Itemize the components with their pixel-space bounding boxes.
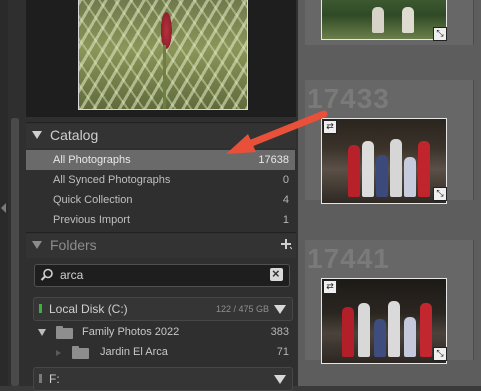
collapse-left-panel-icon[interactable] [1,203,6,213]
catalog-item-count: 4 [282,194,289,206]
catalog-item-count: 0 [282,174,289,186]
folders-disclosure-triangle-icon[interactable] [32,241,42,249]
person [402,7,414,33]
catalog-item-previous-import[interactable]: Previous Import 1 [26,210,295,230]
folder-icon [56,326,73,339]
volume-f[interactable]: F: [33,367,293,391]
person [342,307,354,357]
volume-status-indicator [39,374,42,383]
edit-badge-icon[interactable]: ⤡ [433,187,447,201]
volume-menu-arrow-icon[interactable] [274,375,286,384]
person [374,319,386,357]
folders-title[interactable]: Folders [50,237,97,253]
person [418,141,430,197]
catalog-title[interactable]: Catalog [50,127,98,143]
left-panel-scroll-thumb[interactable] [11,118,19,386]
edit-badge-icon[interactable]: ⤡ [433,27,447,41]
person [348,145,360,197]
folder-search-value: arca [60,268,84,282]
folder-disclosure-triangle-icon[interactable] [38,329,46,336]
person [388,301,400,357]
photo-thumbnail[interactable] [321,278,447,364]
catalog-item-quick-collection[interactable]: Quick Collection 4 [26,190,295,210]
cell-index: 17441 [307,243,390,274]
annotation-arrow [226,110,328,154]
catalog-item-label: Previous Import [53,214,131,226]
folder-count: 383 [270,326,289,338]
plant-stem [163,45,166,109]
folder-label: Jardin El Arca [100,346,168,358]
volume-local-disk[interactable]: Local Disk (C:) 122 / 475 GB [33,297,293,321]
catalog-item-label: All Photographs [53,154,131,166]
catalog-item-all-synced-photographs[interactable]: All Synced Photographs 0 [26,170,295,190]
catalog-item-label: All Synced Photographs [53,174,171,186]
photo-thumbnail[interactable] [321,118,447,204]
catalog-item-count: 1 [282,214,289,226]
person [420,303,432,357]
person [372,7,384,33]
person [404,317,416,357]
volume-name: Local Disk (C:) [49,302,128,316]
volume-size: 122 / 475 GB [216,304,270,314]
volume-name: F: [49,372,60,386]
navigator-photo[interactable] [78,0,248,110]
person [358,303,370,357]
search-icon[interactable] [40,268,54,282]
volume-status-indicator [39,304,42,313]
folder-label: Family Photos 2022 [82,326,180,338]
folder-collapsed-triangle-icon[interactable] [56,350,61,356]
person [362,141,374,197]
folder-item-family-photos-2022[interactable]: Family Photos 2022 383 [26,323,295,343]
folder-item-jardin-el-arca[interactable]: Jardin El Arca 71 [26,343,295,363]
photo-thumbnail[interactable] [321,0,447,40]
folder-icon [72,346,89,359]
divider [26,232,296,233]
sync-badge-icon[interactable]: ⇄ [323,280,337,294]
folder-count: 71 [276,346,289,358]
left-panel-edge[interactable] [0,0,8,386]
edit-badge-icon[interactable]: ⤡ [433,347,447,361]
catalog-disclosure-triangle-icon[interactable] [32,131,42,139]
clear-icon: × [272,266,280,281]
volume-menu-arrow-icon[interactable] [274,305,286,314]
person [376,155,388,197]
clear-search-button[interactable]: × [270,266,283,281]
plus-icon[interactable] [280,238,293,250]
catalog-item-label: Quick Collection [53,194,133,206]
person [390,139,402,197]
person [404,157,416,197]
